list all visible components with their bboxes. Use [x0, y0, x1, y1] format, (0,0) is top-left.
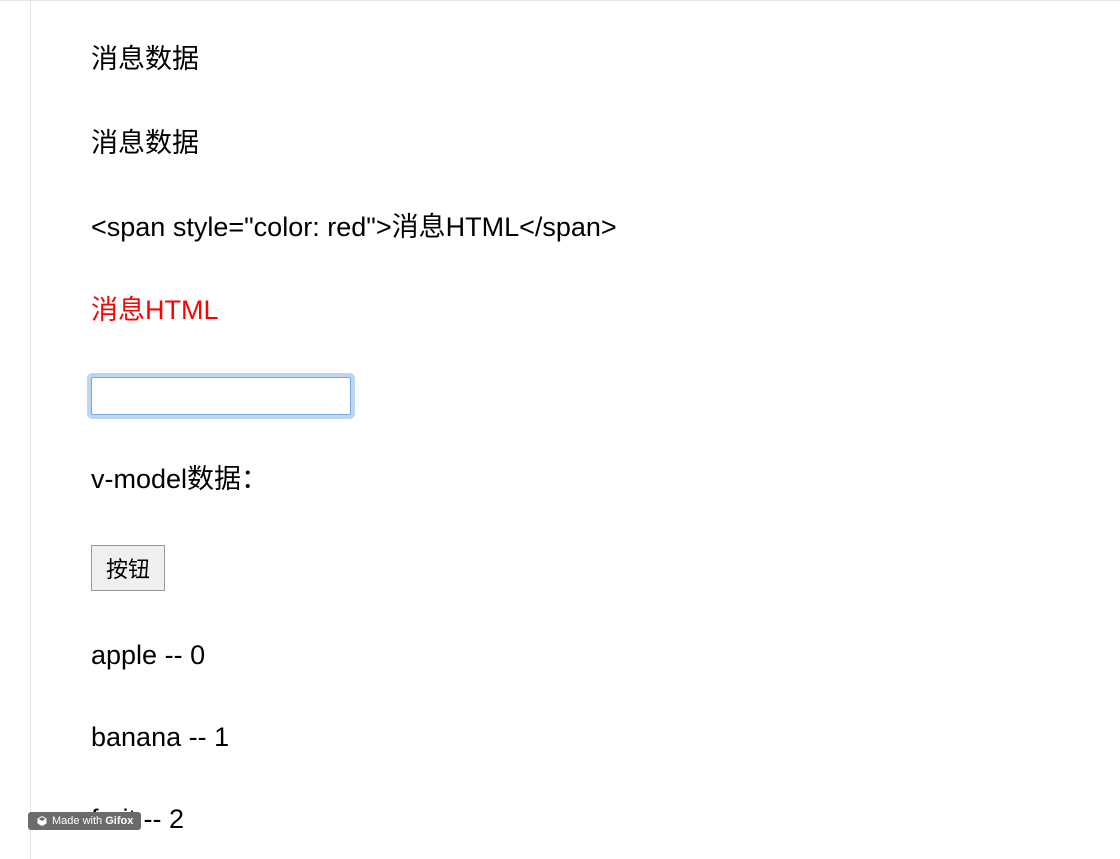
list-item: apple -- 0: [91, 637, 1120, 675]
message-html-raw: <span style="color: red">消息HTML</span>: [91, 209, 1120, 247]
gifox-icon: [36, 815, 48, 827]
list-item-index: 0: [190, 640, 205, 670]
message-html-rendered: 消息HTML: [91, 292, 1120, 330]
watermark-text: Made with Gifox: [52, 815, 133, 827]
list-item-name: apple: [91, 640, 157, 670]
content-region: 消息数据 消息数据 <span style="color: red">消息HTM…: [61, 41, 1120, 838]
list-item: fruit -- 2: [91, 801, 1120, 839]
button-row: 按钮: [91, 545, 1120, 591]
message-line-1: 消息数据: [91, 41, 1120, 79]
action-button[interactable]: 按钮: [91, 545, 165, 591]
list-item-index: 1: [214, 722, 229, 752]
watermark-brand: Gifox: [105, 815, 133, 827]
input-row: [91, 376, 1120, 415]
list-item-name: banana: [91, 722, 181, 752]
message-html-rendered-text: 消息HTML: [91, 295, 219, 325]
watermark-prefix: Made with: [52, 815, 105, 827]
list-item-sep: --: [181, 722, 214, 752]
page-container: 消息数据 消息数据 <span style="color: red">消息HTM…: [30, 1, 1120, 859]
list-item-index: 2: [169, 804, 184, 834]
list-item-sep: --: [157, 640, 190, 670]
list-item: banana -- 1: [91, 719, 1120, 757]
gifox-watermark: Made with Gifox: [28, 812, 141, 830]
vmodel-input[interactable]: [91, 377, 351, 415]
message-line-2: 消息数据: [91, 125, 1120, 163]
vmodel-label: v-model数据：: [91, 461, 1120, 499]
